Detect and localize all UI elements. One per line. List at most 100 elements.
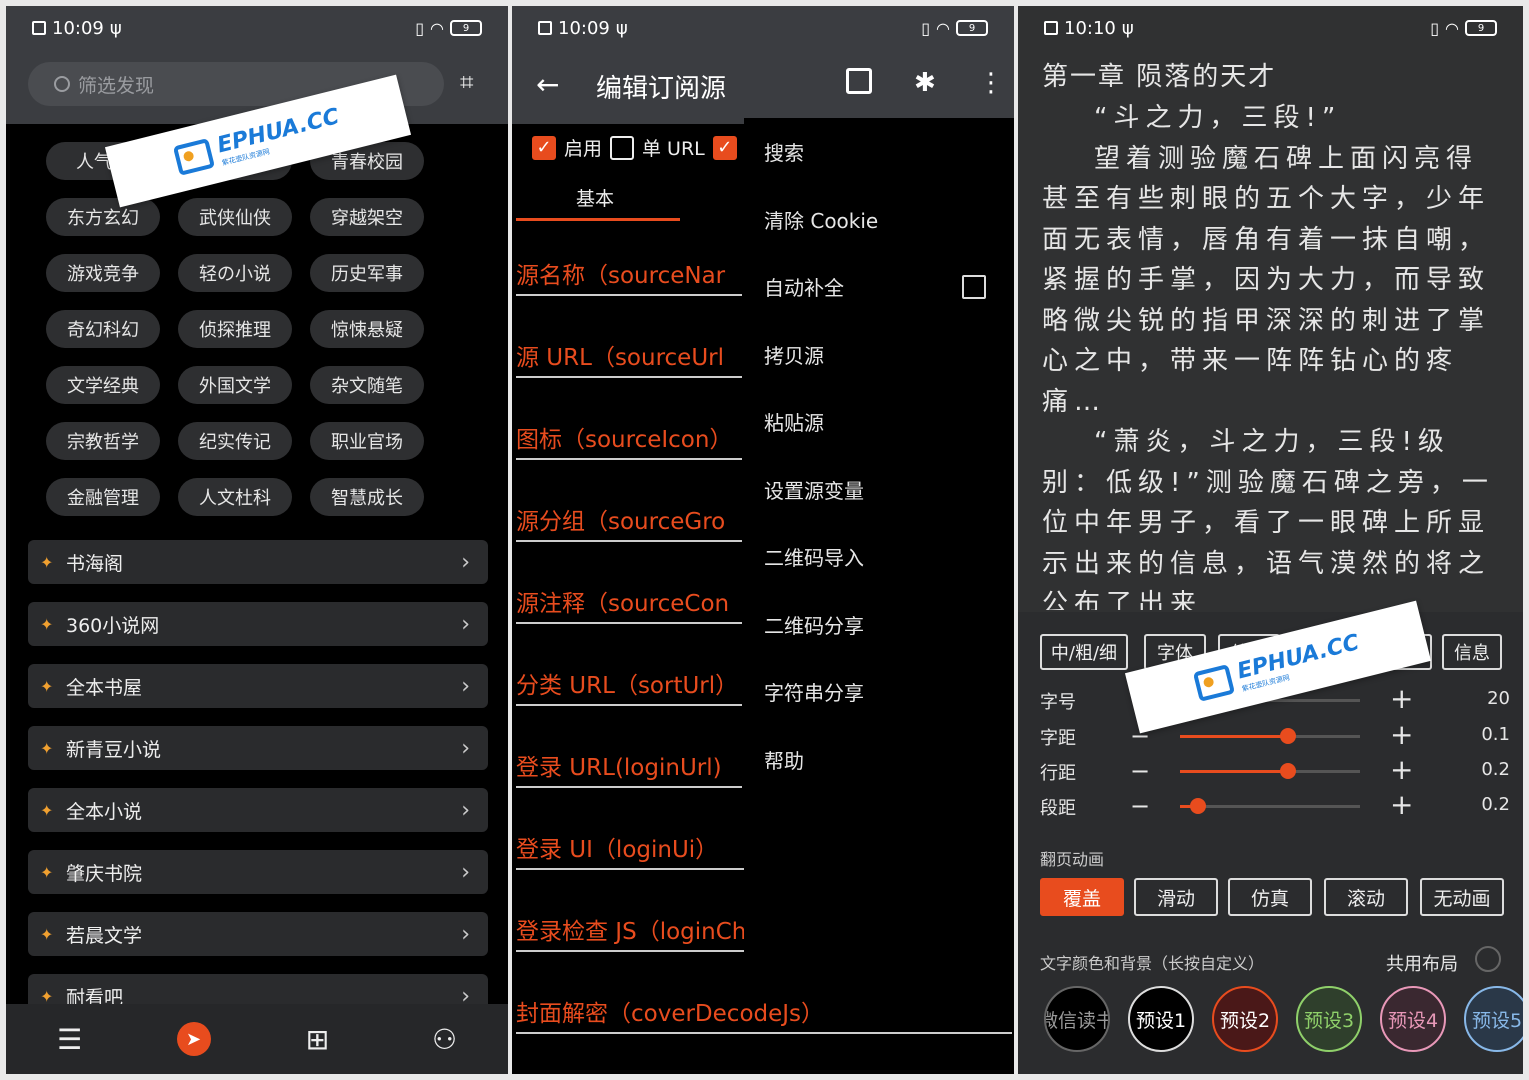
- preset-2[interactable]: 预设2: [1212, 986, 1278, 1052]
- tab-basic[interactable]: 基本: [576, 184, 614, 211]
- vibrate-icon: ▯: [1430, 18, 1440, 38]
- anim-none-button[interactable]: 无动画: [1420, 878, 1504, 916]
- anim-slide-button[interactable]: 滑动: [1134, 878, 1218, 916]
- cover-decode-js-field[interactable]: 封面解密（coverDecodeJs）: [516, 984, 1014, 1066]
- info-button[interactable]: 信息: [1442, 634, 1502, 670]
- enable-checkbox[interactable]: ✓: [532, 135, 556, 160]
- chevron-right-icon: ›: [461, 797, 470, 823]
- usb-icon: ψ: [109, 17, 122, 39]
- tag-item[interactable]: 智慧成长: [310, 478, 424, 516]
- tag-item[interactable]: 金融管理: [46, 478, 160, 516]
- plus-icon[interactable]: +: [1390, 788, 1413, 821]
- anim-scroll-button[interactable]: 滚动: [1324, 878, 1408, 916]
- bug-icon[interactable]: ✱: [914, 68, 936, 98]
- back-arrow-icon[interactable]: ←: [536, 68, 559, 101]
- preset-wechat[interactable]: 微信读书: [1044, 986, 1110, 1052]
- more-vert-icon[interactable]: ⋮: [978, 68, 1004, 98]
- tag-item[interactable]: 杂文随笔: [310, 366, 424, 404]
- profile-icon[interactable]: ⚇: [425, 1019, 465, 1059]
- menu-item-paste-source[interactable]: 粘贴源: [744, 388, 1014, 456]
- save-icon[interactable]: [846, 68, 872, 94]
- briefcase-icon: [172, 138, 215, 176]
- list-item[interactable]: ✦ 新青豆小说 ›: [28, 726, 488, 770]
- status-time: 10:09: [558, 17, 610, 39]
- party-icon: ✦: [40, 800, 54, 820]
- list-item[interactable]: ✦ 全本书屋 ›: [28, 664, 488, 708]
- plus-icon[interactable]: +: [1390, 718, 1413, 751]
- vibrate-icon: ▯: [415, 18, 425, 38]
- auto-complete-checkbox[interactable]: [962, 274, 986, 299]
- tag-item[interactable]: 文学经典: [46, 366, 160, 404]
- preset-1[interactable]: 预设1: [1128, 986, 1194, 1052]
- preset-3[interactable]: 预设3: [1296, 986, 1362, 1052]
- compass-icon[interactable]: ➤: [176, 1022, 211, 1056]
- tag-item[interactable]: 轻の小说: [178, 254, 292, 292]
- source-name: 360小说网: [66, 614, 160, 637]
- layout-toggle-icon[interactable]: ⌗: [460, 68, 490, 98]
- status-bar: 10:09 ψ ▯ ◠ 9: [512, 6, 1014, 50]
- plus-icon[interactable]: +: [1390, 682, 1413, 715]
- tag-item[interactable]: 历史军事: [310, 254, 424, 292]
- tag-item[interactable]: 惊悚悬疑: [310, 310, 424, 348]
- list-item[interactable]: ✦ 360小说网 ›: [28, 602, 488, 646]
- overflow-menu: 搜索 清除 Cookie 自动补全 拷贝源 粘贴源 设置源变量 二维码导入 二维…: [744, 118, 1014, 978]
- shared-layout-label: 共用布局: [1386, 954, 1458, 975]
- tag-item[interactable]: 武侠仙侠: [178, 198, 292, 236]
- briefcase-icon: [1192, 664, 1235, 702]
- list-item[interactable]: ✦ 全本小说 ›: [28, 788, 488, 832]
- tag-item[interactable]: 穿越架空: [310, 198, 424, 236]
- list-item[interactable]: ✦ 肇庆书院 ›: [28, 850, 488, 894]
- preset-5[interactable]: 预设5: [1464, 986, 1523, 1052]
- slider-track[interactable]: [1180, 728, 1360, 744]
- bottom-nav: ☰ ➤ ⊞ ⚇: [6, 1004, 508, 1074]
- menu-item-qr-import[interactable]: 二维码导入: [744, 523, 1014, 591]
- tag-item[interactable]: 游戏竞争: [46, 254, 160, 292]
- story-text[interactable]: “斗之力，三段!” 望着测验魔石碑上面闪亮得甚至有些刺眼的五个大字，少年面无表情…: [1042, 98, 1502, 610]
- usb-icon: ψ: [615, 17, 628, 39]
- menu-item-string-share[interactable]: 字符串分享: [744, 658, 1014, 726]
- tag-item[interactable]: 东方玄幻: [46, 198, 160, 236]
- anim-simulate-button[interactable]: 仿真: [1228, 878, 1312, 916]
- tag-item[interactable]: 奇幻科幻: [46, 310, 160, 348]
- line-spacing-slider: 行距 − + 0.2: [1040, 753, 1510, 786]
- slider-track[interactable]: [1180, 763, 1360, 779]
- party-icon: ✦: [40, 862, 54, 882]
- wifi-icon: ◠: [936, 18, 950, 38]
- preset-4[interactable]: 预设4: [1380, 986, 1446, 1052]
- extra-checkbox[interactable]: ✓: [712, 135, 737, 160]
- anim-cover-button[interactable]: 覆盖: [1040, 878, 1124, 916]
- source-name: 全本小说: [66, 800, 143, 823]
- menu-item-auto-complete[interactable]: 自动补全: [744, 253, 1014, 321]
- menu-item-help[interactable]: 帮助: [744, 726, 1014, 794]
- shared-layout-toggle[interactable]: [1475, 946, 1501, 972]
- source-name: 肇庆书院: [66, 862, 143, 885]
- party-icon: ✦: [40, 552, 54, 572]
- bookshelf-icon[interactable]: ☰: [50, 1019, 90, 1059]
- menu-item-search[interactable]: 搜索: [744, 118, 1014, 186]
- tag-item[interactable]: 人文杜科: [178, 478, 292, 516]
- menu-item-clear-cookie[interactable]: 清除 Cookie: [744, 186, 1014, 254]
- source-name: 若晨文学: [66, 924, 143, 947]
- list-item[interactable]: ✦ 书海阁 ›: [28, 540, 488, 584]
- font-weight-button[interactable]: 中/粗/细: [1040, 634, 1128, 670]
- sim-icon: [538, 21, 552, 35]
- menu-item-copy-source[interactable]: 拷贝源: [744, 321, 1014, 389]
- single-url-checkbox[interactable]: [610, 135, 635, 160]
- color-bg-label: 文字颜色和背景（长按自定义）: [1040, 954, 1265, 973]
- party-icon: ✦: [40, 676, 54, 696]
- tag-item[interactable]: 职业官场: [310, 422, 424, 460]
- rss-icon[interactable]: ⊞: [298, 1019, 338, 1059]
- slider-track[interactable]: [1180, 798, 1360, 814]
- menu-item-qr-share[interactable]: 二维码分享: [744, 591, 1014, 659]
- tag-item[interactable]: 纪实传记: [178, 422, 292, 460]
- plus-icon[interactable]: +: [1390, 753, 1413, 786]
- tag-item[interactable]: 外国文学: [178, 366, 292, 404]
- minus-icon[interactable]: −: [1130, 792, 1150, 820]
- tag-item[interactable]: 侦探推理: [178, 310, 292, 348]
- minus-icon[interactable]: −: [1130, 757, 1150, 785]
- chapter-title: 第一章 陨落的天才: [1042, 62, 1277, 92]
- paragraph-spacing-slider: 段距 − + 0.2: [1040, 788, 1510, 821]
- list-item[interactable]: ✦ 若晨文学 ›: [28, 912, 488, 956]
- tag-item[interactable]: 宗教哲学: [46, 422, 160, 460]
- menu-item-set-variable[interactable]: 设置源变量: [744, 456, 1014, 524]
